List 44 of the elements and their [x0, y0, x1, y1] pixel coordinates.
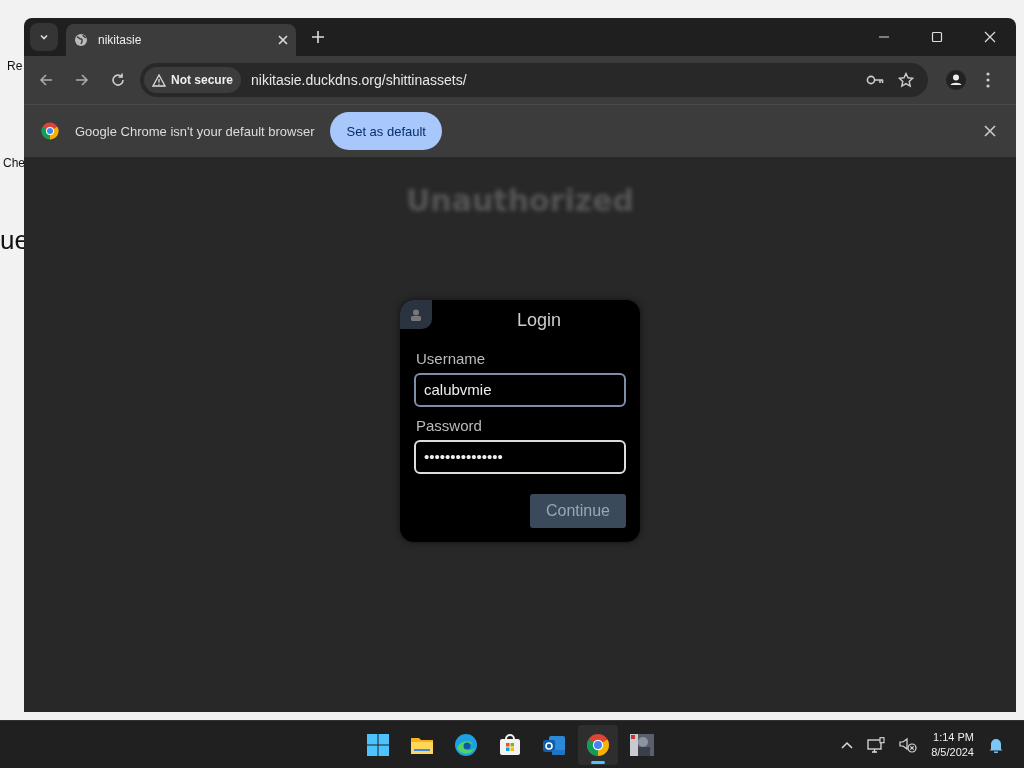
close-icon[interactable]	[984, 31, 996, 43]
new-tab-icon[interactable]	[312, 31, 324, 43]
desktop-icon-label: Che	[3, 156, 25, 170]
reload-icon[interactable]	[110, 72, 126, 88]
set-default-button[interactable]: Set as default	[330, 112, 442, 150]
field-label: Username	[416, 350, 487, 367]
security-label: Not secure	[171, 73, 234, 87]
close-icon[interactable]	[278, 35, 288, 45]
clock-date: 8/5/2024	[931, 744, 974, 760]
field-label: Password	[416, 417, 483, 434]
taskbar-app-button[interactable]	[578, 724, 618, 765]
speaker-muted-icon[interactable]	[899, 736, 918, 753]
tab-title: nikitasie	[98, 33, 143, 47]
shopping-bag-icon	[498, 732, 522, 757]
forward-icon[interactable]	[74, 72, 90, 88]
chrome-logo-icon	[41, 122, 59, 140]
input-field[interactable]: •••••••••••••••	[414, 440, 626, 474]
maximize-icon[interactable]	[931, 31, 943, 43]
close-icon[interactable]	[984, 125, 996, 137]
chrome-logo-icon	[586, 732, 610, 757]
globe-icon	[74, 33, 88, 47]
game-app-icon	[630, 732, 654, 757]
network-icon[interactable]	[867, 736, 886, 753]
key-icon[interactable]	[866, 74, 884, 86]
user-icon	[400, 300, 432, 329]
menu-icon[interactable]	[986, 72, 990, 88]
url-text: nikitasie.duckdns.org/shittinassets/	[251, 72, 467, 88]
browser-logo-icon	[454, 732, 478, 757]
profile-icon[interactable]	[946, 70, 966, 90]
warning-icon	[152, 73, 166, 87]
star-icon[interactable]	[898, 72, 914, 88]
browser-tab[interactable]: nikitasie	[66, 24, 296, 56]
chevron-up-icon[interactable]	[841, 740, 854, 749]
security-chip[interactable]: Not secure	[144, 67, 242, 93]
continue-button[interactable]: Continue	[529, 494, 626, 528]
address-bar[interactable]: Not secure nikitasie.duckdns.org/shittinassets/	[140, 63, 928, 97]
desktop-icon-label: Re	[7, 59, 23, 73]
input-field[interactable]: calubvmie	[414, 373, 626, 407]
login-title: Login	[516, 309, 561, 331]
back-icon[interactable]	[38, 72, 54, 88]
clock-time: 1:14 PM	[933, 729, 974, 745]
windows-logo-icon	[366, 732, 390, 757]
bell-icon[interactable]	[988, 736, 1004, 753]
infobar-message: Google Chrome isn't your default browser	[75, 123, 315, 139]
